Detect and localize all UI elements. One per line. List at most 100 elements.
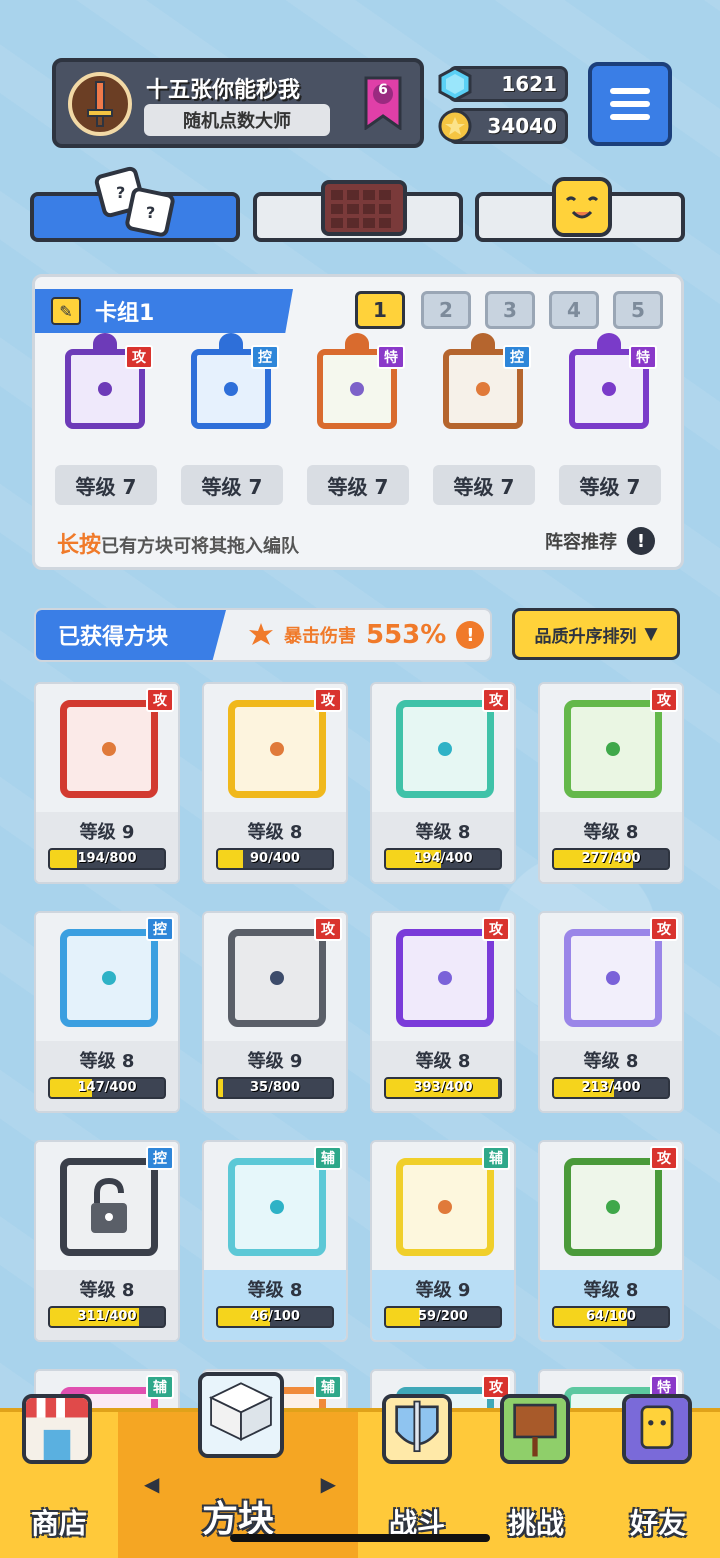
progress-bar: 64/100 — [552, 1306, 670, 1328]
nav-shop-label: 商店 — [30, 1507, 87, 1540]
progress-bar: 147/400 — [48, 1077, 166, 1099]
rank-badge[interactable]: 6 — [364, 76, 402, 131]
dice-icon: ? ? — [94, 166, 175, 237]
shop-icon — [22, 1394, 92, 1464]
deck-label[interactable]: ✎ 卡组1 — [35, 289, 293, 333]
progress-text: 147/400 — [77, 1080, 137, 1095]
progress-bar: 46/100 — [216, 1306, 334, 1328]
sword-icon — [87, 81, 113, 127]
gem-icon — [438, 66, 472, 102]
recommend-button[interactable]: 阵容推荐 ! — [545, 527, 655, 555]
block-frame — [60, 929, 158, 1027]
tab-board[interactable] — [253, 180, 463, 242]
menu-button[interactable] — [588, 62, 672, 146]
signboard-icon — [500, 1394, 570, 1464]
menu-icon-bar — [610, 114, 650, 120]
pip — [606, 1200, 620, 1214]
deck-slot-2[interactable]: 2 — [421, 291, 471, 329]
block-card[interactable]: 控等级 8 311/400 — [34, 1140, 180, 1342]
crit-damage[interactable]: 暴击伤害 553% ! — [248, 620, 485, 650]
drag-hint: 长按已有方块可将其拖入编队 — [57, 527, 299, 559]
sort-button[interactable]: 品质升序排列 ▼ — [512, 608, 680, 660]
type-tag: 攻 — [650, 917, 678, 941]
block-frame — [228, 929, 326, 1027]
block-card[interactable]: 辅等级 8 46/100 — [202, 1140, 348, 1342]
block-card[interactable]: 攻等级 9 194/800 — [34, 682, 180, 884]
pip — [270, 742, 284, 756]
nav-challenge[interactable]: 挑战 — [476, 1394, 596, 1558]
tab-dice[interactable]: ? ? — [30, 166, 240, 242]
deck-slot-1[interactable]: 1 — [355, 291, 405, 329]
block-level: 等级 8 — [415, 822, 471, 843]
block-card[interactable]: 攻等级 8 90/400 — [202, 682, 348, 884]
block-level: 等级 9 — [247, 1051, 303, 1072]
coin-counter[interactable]: 34040 — [438, 108, 568, 144]
pip — [606, 971, 620, 985]
profile-panel[interactable]: 十五张你能秒我 随机点数大师 6 — [52, 58, 424, 148]
type-tag: 控 — [251, 345, 279, 369]
deck-card[interactable]: 控 — [175, 333, 285, 443]
block-level: 等级 8 — [247, 822, 303, 843]
deck-panel: ✎ 卡组1 1 2 3 4 5 攻等级 7 控等级 7 特等级 7 控等级 7 特等级 … — [32, 274, 684, 570]
pip — [438, 742, 452, 756]
pip — [98, 382, 112, 396]
progress-text: 194/800 — [77, 851, 137, 866]
block-card[interactable]: 控等级 8 147/400 — [34, 911, 180, 1113]
type-tag: 攻 — [146, 688, 174, 712]
progress-bar: 311/400 — [48, 1306, 166, 1328]
deck-card[interactable]: 特 — [553, 333, 663, 443]
type-tag: 特 — [629, 345, 657, 369]
nav-friends[interactable]: 好友 — [596, 1394, 720, 1558]
rank-number: 6 — [378, 82, 388, 98]
coin-icon — [438, 109, 472, 143]
deck-card-level: 等级 7 — [55, 465, 157, 505]
block-level: 等级 8 — [247, 1280, 303, 1301]
type-tag: 特 — [377, 345, 405, 369]
block-level: 等级 9 — [415, 1280, 471, 1301]
home-indicator[interactable] — [230, 1534, 490, 1542]
pip — [350, 382, 364, 396]
progress-text: 46/100 — [250, 1309, 300, 1324]
recommend-label: 阵容推荐 — [545, 532, 617, 553]
progress-bar: 194/400 — [384, 848, 502, 870]
block-card[interactable]: 辅等级 9 59/200 — [370, 1140, 516, 1342]
gem-counter[interactable]: 1621 — [438, 66, 568, 102]
deck-slot-3[interactable]: 3 — [485, 291, 535, 329]
deck-slot-4[interactable]: 4 — [549, 291, 599, 329]
block-level: 等级 8 — [583, 1051, 639, 1072]
avatar[interactable] — [68, 72, 132, 136]
nav-challenge-label: 挑战 — [507, 1507, 564, 1540]
progress-text: 64/100 — [586, 1309, 636, 1324]
deck-card-level: 等级 7 — [559, 465, 661, 505]
pip — [438, 971, 452, 985]
deck-card-level: 等级 7 — [433, 465, 535, 505]
type-tag: 攻 — [125, 345, 153, 369]
pencil-icon[interactable]: ✎ — [51, 297, 81, 325]
deck-card[interactable]: 特 — [301, 333, 411, 443]
deck-slot-5[interactable]: 5 — [613, 291, 663, 329]
deck-name: 卡组1 — [95, 301, 155, 326]
type-tag: 辅 — [146, 1375, 174, 1399]
chevron-left-icon[interactable]: ◀ — [144, 1472, 159, 1496]
block-card[interactable]: 攻等级 8 194/400 — [370, 682, 516, 884]
deck-card[interactable]: 控 — [427, 333, 537, 443]
tab-character[interactable] — [475, 177, 685, 242]
nav-shop[interactable]: 商店 — [0, 1394, 118, 1558]
block-card[interactable]: 攻等级 8 64/100 — [538, 1140, 684, 1342]
block-card[interactable]: 攻等级 9 35/800 — [202, 911, 348, 1113]
block-level: 等级 8 — [415, 1051, 471, 1072]
deck-card[interactable]: 攻 — [49, 333, 159, 443]
block-card[interactable]: 攻等级 8 277/400 — [538, 682, 684, 884]
smiley-block-icon — [552, 177, 612, 237]
block-level: 等级 8 — [583, 1280, 639, 1301]
block-card[interactable]: 攻等级 8 393/400 — [370, 911, 516, 1113]
block-level: 等级 9 — [79, 822, 135, 843]
sort-label: 品质升序排列 — [534, 626, 637, 647]
type-tag: 辅 — [482, 1146, 510, 1170]
block-card[interactable]: 攻等级 8 213/400 — [538, 911, 684, 1113]
crit-info-icon[interactable]: ! — [456, 621, 485, 649]
board-icon — [321, 180, 407, 236]
chevron-right-icon[interactable]: ▶ — [321, 1472, 336, 1496]
progress-text: 194/400 — [413, 851, 473, 866]
block-frame — [228, 700, 326, 798]
